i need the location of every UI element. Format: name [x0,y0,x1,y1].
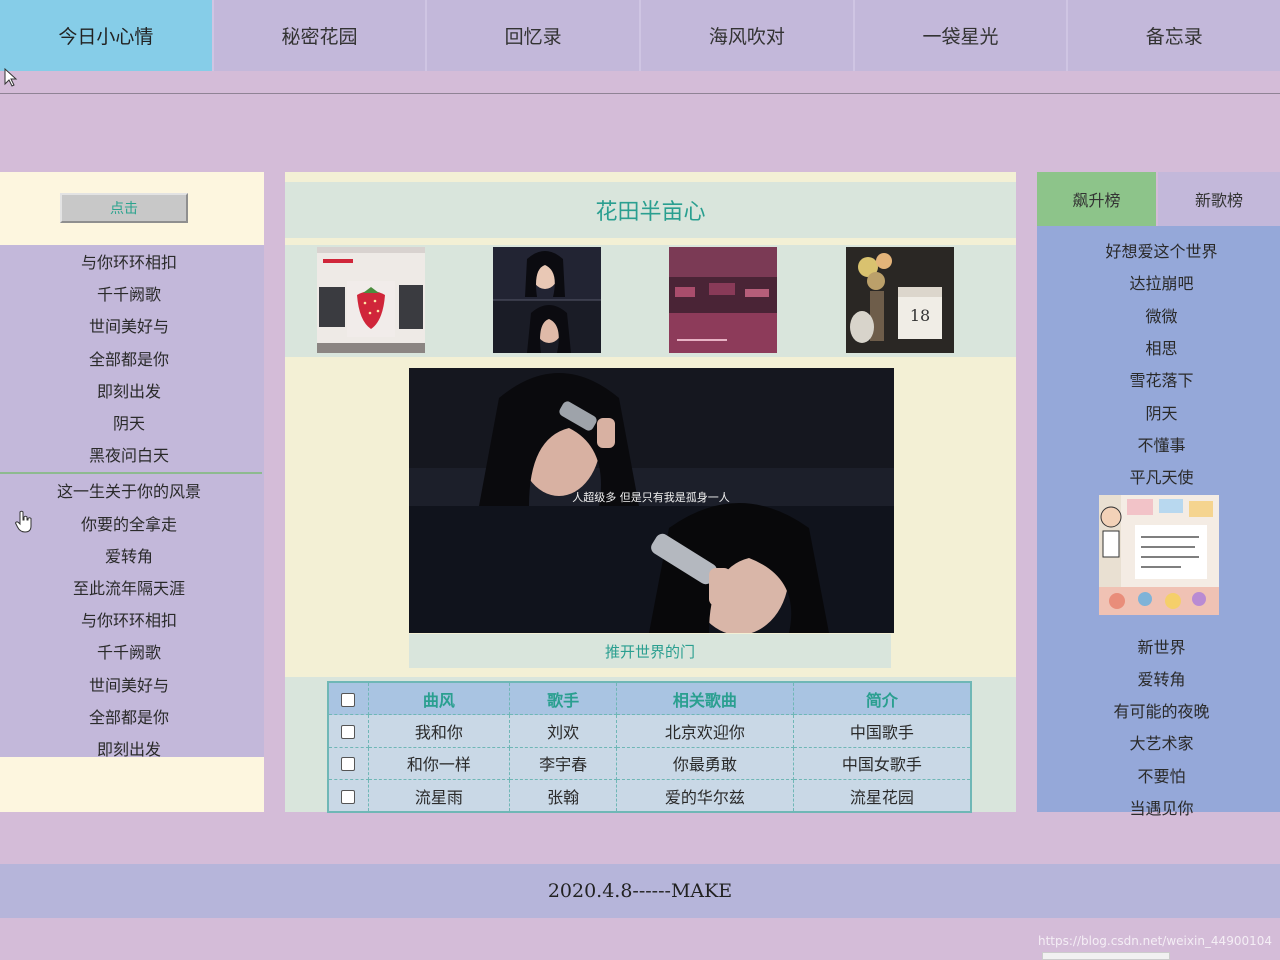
hero-subtitle: 人超级多 但是只有我是孤身一人 [572,490,730,504]
header-divider [0,93,1280,94]
table-cell: 中国歌手 [792,714,972,748]
right-song-item[interactable]: 当遇见你 [1043,791,1280,823]
left-song-item[interactable]: 即刻出发 [0,732,264,764]
column-header-songs: 相关歌曲 [616,681,794,715]
thumbnail-row: 18 [285,245,1016,357]
right-song-item[interactable]: 不要怕 [1043,759,1280,791]
select-all-cell [327,681,369,715]
watermark: https://blog.csdn.net/weixin_44900104 [1037,934,1272,948]
table-cell: 刘欢 [509,714,618,748]
left-song-item[interactable]: 千千阙歌 [0,635,264,667]
table-cell: 和你一样 [367,746,511,780]
calendar-date: 18 [910,306,930,325]
song-table-section: 曲风 歌手 相关歌曲 简介 我和你 刘欢 北京欢迎你 中国歌手 和你一样 李宇春… [285,677,1016,813]
nav-tab-starlight[interactable]: 一袋星光 [855,0,1069,71]
left-song-item[interactable]: 这一生关于你的风景 [0,474,264,506]
nav-tab-secret-garden[interactable]: 秘密花园 [214,0,428,71]
row-select-cell [327,714,369,748]
row-select-cell [327,746,369,780]
right-sidebar: 飙升榜 新歌榜 好想爱这个世界 达拉崩吧 微微 相思 雪花落下 阴天 不懂事 平… [1037,172,1280,818]
table-cell: 李宇春 [509,746,618,780]
corner-overlay [1042,952,1170,960]
hero-image: 人超级多 但是只有我是孤身一人 [409,368,894,633]
table-cell: 我和你 [367,714,511,748]
right-song-item[interactable]: 相思 [1043,331,1280,363]
table-cell: 流星花园 [792,779,972,813]
left-song-item[interactable]: 与你环环相扣 [0,245,264,277]
left-sidebar: 点击 与你环环相扣 千千阙歌 世间美好与 全部都是你 即刻出发 阴天 黑夜问白天… [0,172,264,812]
tab-new-songs-chart[interactable]: 新歌榜 [1158,172,1280,226]
right-song-item[interactable]: 有可能的夜晚 [1043,694,1280,726]
right-song-item[interactable]: 平凡天使 [1043,460,1280,492]
column-header-genre: 曲风 [367,681,511,715]
left-song-item[interactable]: 千千阙歌 [0,277,264,309]
select-all-checkbox[interactable] [341,692,356,707]
left-song-item[interactable]: 即刻出发 [0,374,264,406]
right-song-item[interactable]: 不懂事 [1043,428,1280,460]
left-song-item[interactable]: 世间美好与 [0,667,264,699]
row-select-cell [327,779,369,813]
click-button[interactable]: 点击 [60,193,188,223]
right-song-item[interactable]: 微微 [1043,299,1280,331]
right-song-list: 好想爱这个世界 达拉崩吧 微微 相思 雪花落下 阴天 不懂事 平凡天使 新世界 … [1037,226,1280,823]
left-song-item[interactable]: 全部都是你 [0,700,264,732]
right-song-item[interactable]: 爱转角 [1043,662,1280,694]
song-table: 曲风 歌手 相关歌曲 简介 我和你 刘欢 北京欢迎你 中国歌手 和你一样 李宇春… [327,681,972,813]
right-song-item[interactable]: 新世界 [1043,629,1280,661]
right-song-item[interactable]: 达拉崩吧 [1043,266,1280,298]
sticker-collage-image [1099,495,1219,616]
table-cell: 你最勇敢 [616,746,794,780]
row-checkbox[interactable] [341,724,356,739]
footer: 2020.4.8------MAKE [0,864,1280,918]
table-row: 和你一样 李宇春 你最勇敢 中国女歌手 [327,746,972,780]
column-header-intro: 简介 [792,681,972,715]
thumbnail-portraits[interactable] [493,247,601,353]
nav-tab-memo[interactable]: 备忘录 [1068,0,1280,71]
right-song-item[interactable]: 好想爱这个世界 [1043,234,1280,266]
thumbnail-dusk-scene[interactable] [669,247,777,353]
hand-cursor-icon [14,510,32,533]
left-song-item[interactable]: 世间美好与 [0,309,264,341]
left-song-item[interactable]: 全部都是你 [0,342,264,374]
right-song-item[interactable]: 雪花落下 [1043,363,1280,395]
nav-tab-sea-breeze[interactable]: 海风吹对 [641,0,855,71]
table-row: 我和你 刘欢 北京欢迎你 中国歌手 [327,714,972,748]
table-cell: 流星雨 [367,779,511,813]
nav-tab-memoirs[interactable]: 回忆录 [427,0,642,71]
left-song-item[interactable]: 阴天 [0,406,264,438]
table-header-row: 曲风 歌手 相关歌曲 简介 [327,681,972,715]
mouse-pointer-icon [4,68,18,87]
left-song-item[interactable]: 爱转角 [0,539,264,571]
left-song-list: 与你环环相扣 千千阙歌 世间美好与 全部都是你 即刻出发 阴天 黑夜问白天 这一… [0,245,264,759]
thumbnail-strawberry-train[interactable] [317,247,425,353]
table-cell: 北京欢迎你 [616,714,794,748]
right-song-item[interactable]: 大艺术家 [1043,726,1280,758]
chart-tabs: 飙升榜 新歌榜 [1037,172,1280,226]
table-cell: 爱的华尔兹 [616,779,794,813]
thumbnail-flowers-calendar[interactable]: 18 [846,247,954,353]
hero-caption: 推开世界的门 [409,634,891,668]
top-navigation: 今日小心情 秘密花园 回忆录 海风吹对 一袋星光 备忘录 [0,0,1280,71]
page-title: 花田半亩心 [285,182,1016,238]
row-checkbox[interactable] [341,757,356,772]
footer-text: 2020.4.8------MAKE [547,880,733,902]
left-song-item[interactable]: 黑夜问白天 [0,438,264,470]
table-cell: 中国女歌手 [792,746,972,780]
row-checkbox[interactable] [341,789,356,804]
nav-tab-today-mood[interactable]: 今日小心情 [0,0,214,71]
left-song-item[interactable]: 与你环环相扣 [0,603,264,635]
left-sidebar-header: 点击 [0,172,264,244]
column-header-singer: 歌手 [509,681,618,715]
main-content: 花田半亩心 18 人超级多 但是只有我是孤身一人 推开世界的门 曲风 歌手 相关… [285,172,1016,813]
table-row: 流星雨 张翰 爱的华尔兹 流星花园 [327,779,972,813]
left-song-item[interactable]: 至此流年隔天涯 [0,571,264,603]
table-cell: 张翰 [509,779,618,813]
right-song-item[interactable]: 阴天 [1043,395,1280,427]
left-song-item[interactable]: 你要的全拿走 [0,507,264,539]
tab-rising-chart[interactable]: 飙升榜 [1037,172,1156,226]
